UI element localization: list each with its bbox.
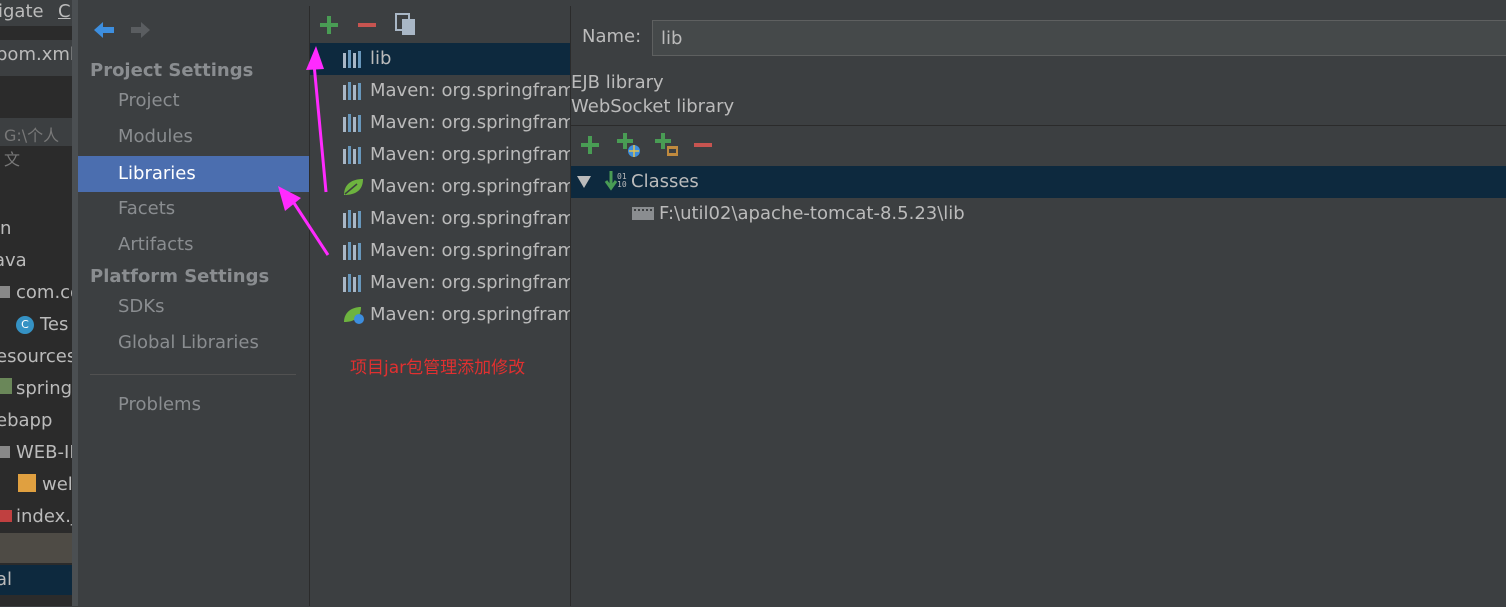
library-item-label: lib	[370, 48, 392, 69]
nav-item-modules[interactable]: Modules	[78, 119, 309, 155]
nav-item-project[interactable]: Project	[78, 83, 309, 119]
forward-arrow-icon[interactable]	[130, 20, 152, 40]
menu-item-navigate[interactable]: igate	[0, 1, 44, 22]
library-item-label: Maven: org.springframe	[370, 144, 571, 165]
tree-row[interactable]: n	[0, 218, 11, 239]
library-item-label: Maven: org.springframe	[370, 304, 571, 325]
expand-triangle-icon[interactable]	[576, 175, 592, 189]
tree-row[interactable]: index.j	[0, 506, 72, 527]
tree-row[interactable]: esources	[0, 346, 72, 367]
library-item[interactable]: Maven: org.springframe	[310, 75, 570, 107]
library-list: lib Maven: org.springframe Maven: org.spri…	[310, 43, 570, 343]
bottom-label: al	[0, 569, 13, 590]
classes-icon: 01 10	[604, 171, 627, 191]
library-item[interactable]: Maven: org.springframe	[310, 299, 570, 331]
add-icon[interactable]	[579, 134, 601, 156]
tree-row[interactable]: spring	[0, 378, 72, 399]
jar-directory-icon	[632, 207, 654, 220]
menu-item-code[interactable]: C	[58, 1, 71, 22]
nav-item-global-libraries[interactable]: Global Libraries	[78, 325, 309, 361]
add-web-icon[interactable]	[616, 132, 642, 158]
spring-leaf-icon	[344, 179, 363, 195]
platform-settings-header: Platform Settings	[90, 266, 270, 287]
library-item[interactable]: Maven: org.springframe	[310, 203, 570, 235]
remove-icon[interactable]	[356, 14, 378, 36]
library-item[interactable]: Maven: org.springframe	[310, 235, 570, 267]
libraries-pane: lib Maven: org.springframe Maven: org.spri…	[310, 6, 571, 606]
nav-item-libraries[interactable]: Libraries	[78, 156, 309, 192]
nav-item-facets[interactable]: Facets	[78, 191, 309, 227]
library-item-label: Maven: org.springframe	[370, 176, 571, 197]
spring-xml-icon	[0, 378, 12, 394]
library-item-label: Maven: org.springframe	[370, 272, 571, 293]
library-item[interactable]: Maven: org.springframe	[310, 139, 570, 171]
library-item[interactable]: Maven: org.springframe	[310, 171, 570, 203]
path-fragment: G:\个人文	[4, 126, 60, 169]
library-icon	[343, 82, 361, 100]
library-item-label: Maven: org.springframe	[370, 208, 571, 229]
tree-row[interactable]: ebapp	[0, 410, 52, 431]
nav-item-problems[interactable]: Problems	[78, 387, 309, 423]
annotation-text: 项目jar包管理添加修改	[350, 358, 526, 378]
library-item-label: Maven: org.springframe	[370, 80, 571, 101]
nav-item-artifacts[interactable]: Artifacts	[78, 227, 309, 263]
library-icon	[343, 50, 361, 68]
package-icon	[0, 286, 10, 298]
library-icon	[343, 210, 361, 228]
library-item[interactable]: Maven: org.springframe	[310, 107, 570, 139]
library-kind-ejb: EJB library	[571, 72, 664, 93]
remove-icon[interactable]	[692, 134, 714, 156]
classes-path[interactable]: F:\util02\apache-tomcat-8.5.23\lib	[659, 203, 965, 224]
editor-tab-label: pom.xml	[0, 44, 72, 65]
library-item-label: Maven: org.springframe	[370, 112, 571, 133]
back-arrow-icon[interactable]	[92, 20, 116, 40]
library-kind-websocket: WebSocket library	[571, 96, 735, 117]
classes-tree-row[interactable]	[571, 166, 1506, 198]
tree-row[interactable]: com.co	[0, 282, 72, 303]
editor-tab[interactable]: pom.xml	[0, 40, 72, 76]
tree-row[interactable]: C Tes	[16, 314, 68, 335]
copy-icon[interactable]	[394, 12, 418, 36]
background-menu-bar: igate C	[0, 0, 72, 26]
tree-row[interactable]: ava	[0, 250, 27, 271]
classes-root-label: Classes	[631, 171, 699, 192]
nav-divider	[90, 374, 296, 375]
tree-row[interactable]: WEB-II	[0, 442, 72, 463]
path-bar: G:\个人文	[0, 118, 72, 169]
class-icon: C	[16, 316, 34, 334]
settings-nav: Project Settings Project Modules Librari…	[78, 6, 310, 606]
library-icon	[343, 274, 361, 292]
library-item[interactable]: Maven: org.springframe	[310, 267, 570, 299]
add-icon[interactable]	[318, 14, 340, 36]
library-icon	[343, 146, 361, 164]
name-field[interactable]	[652, 20, 1506, 56]
project-settings-header: Project Settings	[90, 60, 254, 81]
nav-item-sdks[interactable]: SDKs	[78, 289, 309, 325]
folder-icon	[0, 446, 10, 458]
highlight-bar	[0, 533, 72, 563]
library-item[interactable]: lib	[310, 43, 570, 75]
xml-icon	[18, 474, 36, 492]
library-icon	[343, 242, 361, 260]
bottom-bar: al	[0, 565, 72, 595]
name-label: Name:	[582, 26, 642, 47]
tree-row[interactable]: wel	[18, 474, 72, 495]
add-jar-icon[interactable]	[654, 132, 680, 158]
jsp-icon	[0, 510, 12, 522]
svg-text:10: 10	[617, 180, 627, 189]
background-editor: igate C pom.xml G:\个人文 n ava com.co CTes…	[0, 0, 72, 606]
library-icon	[343, 114, 361, 132]
library-item-label: Maven: org.springframe	[370, 240, 571, 261]
spring-web-icon	[344, 307, 364, 324]
